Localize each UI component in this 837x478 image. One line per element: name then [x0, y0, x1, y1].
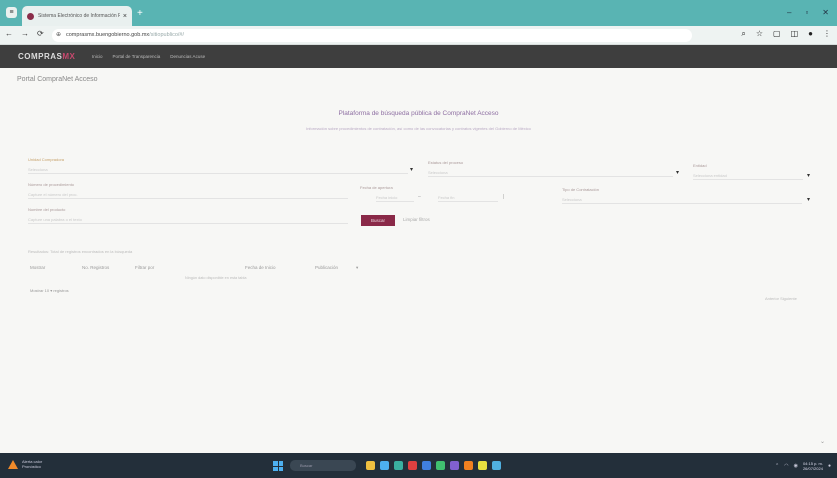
- address-domain: comprasmx.buengobierno.gob.mx: [66, 32, 150, 38]
- taskbar-app-icon[interactable]: [478, 461, 487, 470]
- taskbar-app-icon[interactable]: [408, 461, 417, 470]
- toolbar-icons: ⌕ ☆ ▢ ◫ ● ⋮: [741, 29, 831, 39]
- clock-date: 26/07/2024: [802, 466, 823, 471]
- taskbar-app-icon[interactable]: [436, 461, 445, 470]
- page-size-selector[interactable]: Mostrar 10 ▾ registros: [30, 288, 69, 293]
- windows-start-icon[interactable]: [273, 461, 283, 471]
- nav-link-denuncias[interactable]: Denuncias Acuse: [170, 54, 205, 59]
- unidad-compradora-chevron-icon[interactable]: ▾: [410, 166, 413, 173]
- taskbar-app-icon[interactable]: [464, 461, 473, 470]
- wifi-icon[interactable]: ◠: [784, 463, 788, 469]
- maximize-button[interactable]: ▫: [805, 8, 808, 17]
- site-logo[interactable]: COMPRASMX: [18, 52, 75, 61]
- filter-fecha-inicio[interactable]: Fecha de Inicio: [245, 265, 276, 270]
- extensions-icon[interactable]: ▢: [773, 29, 781, 39]
- forward-button[interactable]: →: [21, 29, 29, 38]
- site-info-icon[interactable]: ⊕: [56, 29, 61, 42]
- taskbar-app-icon[interactable]: [394, 461, 403, 470]
- date-range-dash: –: [418, 194, 421, 200]
- notification-icon[interactable]: ●: [828, 463, 831, 469]
- close-window-button[interactable]: ✕: [822, 8, 829, 17]
- filter-publicacion[interactable]: Publicación: [315, 265, 338, 270]
- logo-main: COMPRAS: [18, 52, 63, 61]
- empty-table-note: Ningún dato disponible en esta tabla: [185, 276, 247, 280]
- address-path: /sitiopublico/#/: [149, 32, 185, 38]
- taskbar-clock[interactable]: 04:15 p. m. 26/07/2024: [803, 461, 823, 471]
- estatus-chevron-icon[interactable]: ▾: [676, 169, 679, 176]
- nav-link-transparencia[interactable]: Portal de Transparencia: [113, 54, 161, 59]
- sidebar-icon[interactable]: ◫: [791, 29, 799, 39]
- nombre-producto-input[interactable]: Capture una palabra o el texto: [28, 215, 348, 224]
- reload-button[interactable]: ⟳: [37, 29, 44, 38]
- weather-widget[interactable]: Alerta calor Pronóstico: [8, 459, 42, 469]
- zoom-icon[interactable]: ⌕: [741, 29, 745, 39]
- new-tab-button[interactable]: +: [137, 8, 143, 19]
- weather-line2: Pronóstico: [22, 464, 41, 469]
- weather-alert-icon: [8, 459, 18, 469]
- window-controls: – ▫ ✕: [787, 8, 829, 17]
- date-field-cursor: |: [503, 194, 505, 200]
- estatus-select[interactable]: Selecciona: [428, 168, 673, 177]
- windows-taskbar: Alerta calor Pronóstico Buscar ⌃ ◠ ◉ 04:1…: [0, 453, 837, 478]
- filter-filtrar-por[interactable]: Filtrar por: [135, 265, 154, 270]
- nav-buttons: ← → ⟳: [5, 29, 44, 38]
- tipo-contratacion-label: Tipo de Contratación: [562, 187, 599, 192]
- tab-title: Sistema Electrónico de Información Públi…: [38, 13, 120, 19]
- hero-subtitle: Información sobre procedimientos de cont…: [306, 126, 531, 131]
- taskbar-search[interactable]: Buscar: [290, 460, 356, 471]
- filter-no-registros[interactable]: No. Registros: [82, 265, 109, 270]
- page-title: Portal CompraNet Acceso: [17, 76, 98, 83]
- browser-tab-active[interactable]: Sistema Electrónico de Información Públi…: [22, 6, 132, 26]
- site-header: COMPRASMX Inicio Portal de Transparencia…: [0, 45, 837, 68]
- site-nav: Inicio Portal de Transparencia Denuncias…: [92, 54, 205, 59]
- estatus-label: Estatus del proceso: [428, 160, 464, 165]
- search-button[interactable]: Buscar: [361, 215, 395, 226]
- clear-filters-button[interactable]: Limpiar filtros: [403, 217, 430, 222]
- results-note: Resultados: Total de registros encontrad…: [28, 249, 133, 254]
- tipo-contratacion-select[interactable]: Selecciona: [562, 195, 802, 204]
- tab-close-icon[interactable]: ×: [123, 13, 127, 20]
- entidad-label: Entidad: [693, 163, 707, 168]
- unidad-compradora-select[interactable]: Selecciona: [28, 165, 408, 174]
- taskbar-apps: [366, 461, 501, 470]
- taskbar-app-icon[interactable]: [492, 461, 501, 470]
- nombre-producto-label: Nombre del producto: [28, 207, 66, 212]
- taskbar-app-icon[interactable]: [422, 461, 431, 470]
- nav-link-inicio[interactable]: Inicio: [92, 54, 103, 59]
- back-button[interactable]: ←: [5, 29, 13, 38]
- address-bar[interactable]: ⊕ comprasmx.buengobierno.gob.mx/sitiopub…: [52, 29, 692, 42]
- system-tray: ⌃ ◠ ◉ 04:15 p. m. 26/07/2024 ●: [775, 461, 831, 471]
- filter-mostrar[interactable]: Mostrar: [30, 265, 45, 270]
- profile-avatar-icon[interactable]: ●: [808, 29, 813, 39]
- tab-menu-button[interactable]: ≡: [6, 7, 17, 18]
- browser-toolbar: ← → ⟳ ⊕ comprasmx.buengobierno.gob.mx/si…: [0, 26, 837, 45]
- volume-icon[interactable]: ◉: [794, 463, 798, 469]
- hero-title: Plataforma de búsqueda pública de Compra…: [338, 110, 499, 117]
- tray-overflow-icon[interactable]: ⌃: [775, 463, 779, 469]
- browser-menu-icon[interactable]: ⋮: [823, 29, 831, 39]
- entidad-select[interactable]: Selecciona entidad: [693, 171, 803, 180]
- favicon-icon: [27, 12, 34, 20]
- fecha-apertura-label: Fecha de apertura: [360, 185, 393, 190]
- numero-procedimiento-input[interactable]: Capture el número del proc.: [28, 190, 348, 199]
- fecha-inicio-input[interactable]: Fecha inicio: [376, 193, 414, 202]
- minimize-button[interactable]: –: [787, 8, 791, 17]
- unidad-compradora-label: Unidad Compradora: [28, 157, 65, 162]
- scroll-down-icon[interactable]: ⌄: [820, 438, 825, 445]
- filter-chevron-icon[interactable]: ▾: [356, 265, 358, 271]
- numero-procedimiento-label: Número de procedimiento: [28, 182, 75, 187]
- browser-tab-strip: ≡ Sistema Electrónico de Información Púb…: [0, 0, 837, 26]
- tipo-contratacion-chevron-icon[interactable]: ▾: [807, 196, 810, 203]
- pagination-controls[interactable]: Anterior Siguiente: [765, 296, 797, 301]
- screen: ≡ Sistema Electrónico de Información Púb…: [0, 0, 837, 478]
- logo-accent: MX: [62, 52, 76, 61]
- taskbar-app-icon[interactable]: [450, 461, 459, 470]
- bookmark-star-icon[interactable]: ☆: [756, 29, 763, 39]
- fecha-fin-input[interactable]: Fecha fin: [438, 193, 498, 202]
- entidad-chevron-icon[interactable]: ▾: [807, 172, 810, 179]
- taskbar-app-icon[interactable]: [380, 461, 389, 470]
- taskbar-app-icon[interactable]: [366, 461, 375, 470]
